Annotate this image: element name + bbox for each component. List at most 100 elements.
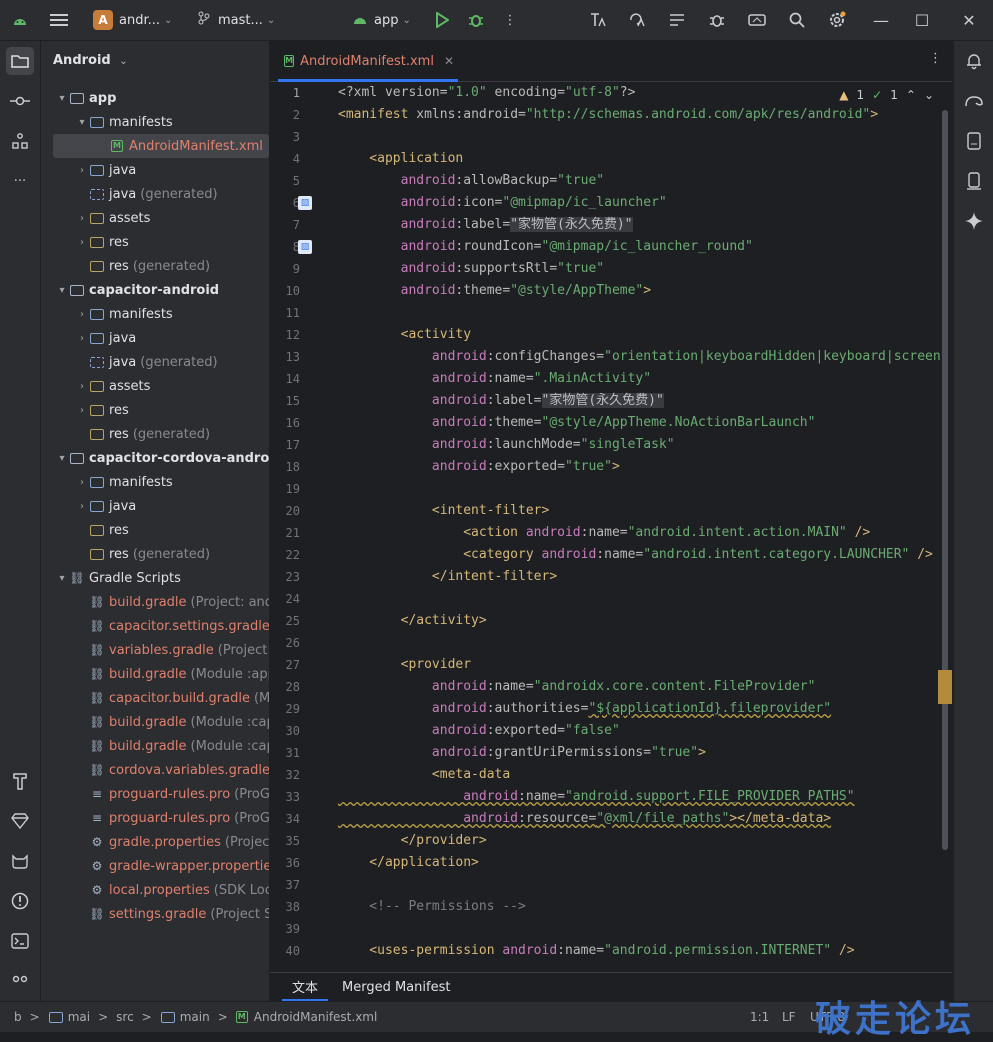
settings-gear-icon[interactable] [825,8,849,32]
chevron-down-icon[interactable]: ▾ [55,573,69,584]
tree-item[interactable]: java (generated) [75,182,218,206]
breadcrumb-item[interactable]: mai [68,1010,90,1024]
debug-icon[interactable] [464,8,488,32]
tree-item[interactable]: › assets [75,374,150,398]
tree-item[interactable]: › assets [75,206,150,230]
chevron-right-icon[interactable]: › [75,333,89,344]
chevron-right-icon[interactable]: › [75,213,89,224]
tab-merged-manifest[interactable]: Merged Manifest [342,973,450,1001]
branch-selector[interactable]: mast... ⌄ [198,0,275,40]
tree-item[interactable]: ⚙ gradle-wrapper.properties [75,854,269,878]
tree-item[interactable]: ⛓ capacitor.build.gradle(Mo [75,686,269,710]
tree-item[interactable]: › java [75,494,136,518]
maximize-button[interactable]: ☐ [902,0,942,40]
chevron-right-icon[interactable]: › [75,309,89,320]
bug-icon[interactable] [705,8,729,32]
tree-item[interactable]: ⛓ build.gradle(Module :capa [75,734,269,758]
inspection-widget[interactable]: ▲ 1 ✓ 1 ⌃ ⌄ [839,88,934,102]
run-config-selector[interactable]: app ⌄ [352,0,411,40]
translate-icon[interactable] [625,8,649,32]
hamburger-menu-icon[interactable] [47,8,71,32]
chevron-right-icon[interactable]: › [75,477,89,488]
tree-item[interactable]: ≡ proguard-rules.pro(ProGu [75,806,269,830]
tree-item[interactable]: › res [75,398,129,422]
cursor-position[interactable]: 1:1 [750,1002,769,1032]
chevron-down-icon[interactable]: ▾ [55,285,69,296]
problems-icon[interactable] [6,887,34,915]
line-separator[interactable]: LF [782,1002,796,1032]
tree-item[interactable]: res (generated) [75,542,210,566]
services-icon[interactable] [6,967,34,995]
chevron-up-icon[interactable]: ⌃ [906,88,916,102]
vertical-scrollbar[interactable] [942,110,948,850]
chevron-right-icon[interactable]: › [75,237,89,248]
close-tab-icon[interactable]: ✕ [444,54,454,68]
chevron-down-icon[interactable]: ⌄ [924,88,934,102]
close-window-button[interactable]: ✕ [949,0,989,40]
chevron-right-icon[interactable]: › [75,501,89,512]
tree-item[interactable]: ⛓ build.gradle(Module :capa [75,710,269,734]
device-manager-icon[interactable] [960,127,988,155]
tab-android-manifest[interactable]: M AndroidManifest.xml ✕ [274,41,458,82]
tree-item[interactable]: ▾ capacitor-android [55,278,219,302]
gemini-sparkle-icon[interactable] [960,207,988,235]
gradle-sync-icon[interactable] [960,87,988,115]
run-icon[interactable] [430,8,454,32]
tree-item[interactable]: ⚙ local.properties(SDK Locat [75,878,269,902]
project-view-selector[interactable]: Android ⌄ [53,53,128,68]
more-vertical-icon[interactable]: ⋮ [498,8,522,32]
tree-item[interactable]: ⛓ settings.gradle(Project Set [75,902,269,926]
resource-gem-icon[interactable] [6,807,34,835]
tree-item[interactable]: ≡ proguard-rules.pro(ProGu [75,782,269,806]
tree-item[interactable]: › res [75,230,129,254]
more-vertical-icon[interactable]: ⋮ [929,51,942,66]
tree-item[interactable]: ▾ manifests [75,110,172,134]
tree-item[interactable]: M AndroidManifest.xml [53,134,269,158]
tree-item[interactable]: › java [75,158,136,182]
tree-item[interactable]: ▾ capacitor-cordova-android-p [55,446,269,470]
tree-item[interactable]: res (generated) [75,254,210,278]
chevron-down-icon[interactable]: ▾ [55,93,69,104]
tree-item[interactable]: res [75,518,129,542]
minimize-button[interactable]: — [861,0,901,40]
tree-item[interactable]: ⛓cordova.variables.gradle(M [75,758,269,782]
tree-item[interactable]: ⚙ gradle.properties(Project P [75,830,269,854]
tree-item[interactable]: ⛓ variables.gradle(Project: ar [75,638,269,662]
tree-item[interactable]: › manifests [75,302,173,326]
chevron-right-icon[interactable]: › [75,405,89,416]
breadcrumb-item[interactable]: AndroidManifest.xml [254,1010,378,1024]
build-hammer-icon[interactable] [6,767,34,795]
tree-item[interactable]: ▾ app [55,86,116,110]
project-folder-icon[interactable] [6,47,34,75]
running-devices-icon[interactable] [960,167,988,195]
chevron-down-icon[interactable]: ▾ [75,117,89,128]
tree-item[interactable]: › java [75,326,136,350]
project-selector[interactable]: A andr... ⌄ [93,0,172,40]
tab-text[interactable]: 文本 [282,973,328,1001]
tree-item[interactable]: ⛓ build.gradle(Project: andro [75,590,269,614]
device-sync-icon[interactable] [745,8,769,32]
tree-item[interactable]: ⛓ build.gradle(Module :app) [75,662,269,686]
tree-item[interactable]: › manifests [75,470,173,494]
chevron-down-icon[interactable]: ▾ [55,453,69,464]
terminal-icon[interactable] [6,927,34,955]
tree-item[interactable]: res (generated) [75,422,210,446]
breadcrumb-item[interactable]: src [116,1010,134,1024]
structure-icon[interactable] [6,127,34,155]
translate-icon[interactable] [586,8,610,32]
chevron-right-icon[interactable]: › [75,381,89,392]
tree-item[interactable]: ⛓capacitor.settings.gradle(P [75,614,269,638]
breadcrumb-item[interactable]: main [180,1010,210,1024]
android-cat-icon[interactable] [6,847,34,875]
breadcrumb-item[interactable]: b [14,1010,22,1024]
more-icon[interactable]: ··· [6,167,34,195]
commit-icon[interactable] [6,87,34,115]
list-icon[interactable] [665,8,689,32]
tree-item[interactable]: java (generated) [75,350,218,374]
image-preview-icon[interactable]: ▧ [298,240,312,254]
tree-item[interactable]: ▾ ⛓ Gradle Scripts [55,566,180,590]
scroll-warning-marker[interactable] [938,670,952,704]
notifications-icon[interactable] [960,47,988,75]
search-icon[interactable] [785,8,809,32]
chevron-right-icon[interactable]: › [75,165,89,176]
